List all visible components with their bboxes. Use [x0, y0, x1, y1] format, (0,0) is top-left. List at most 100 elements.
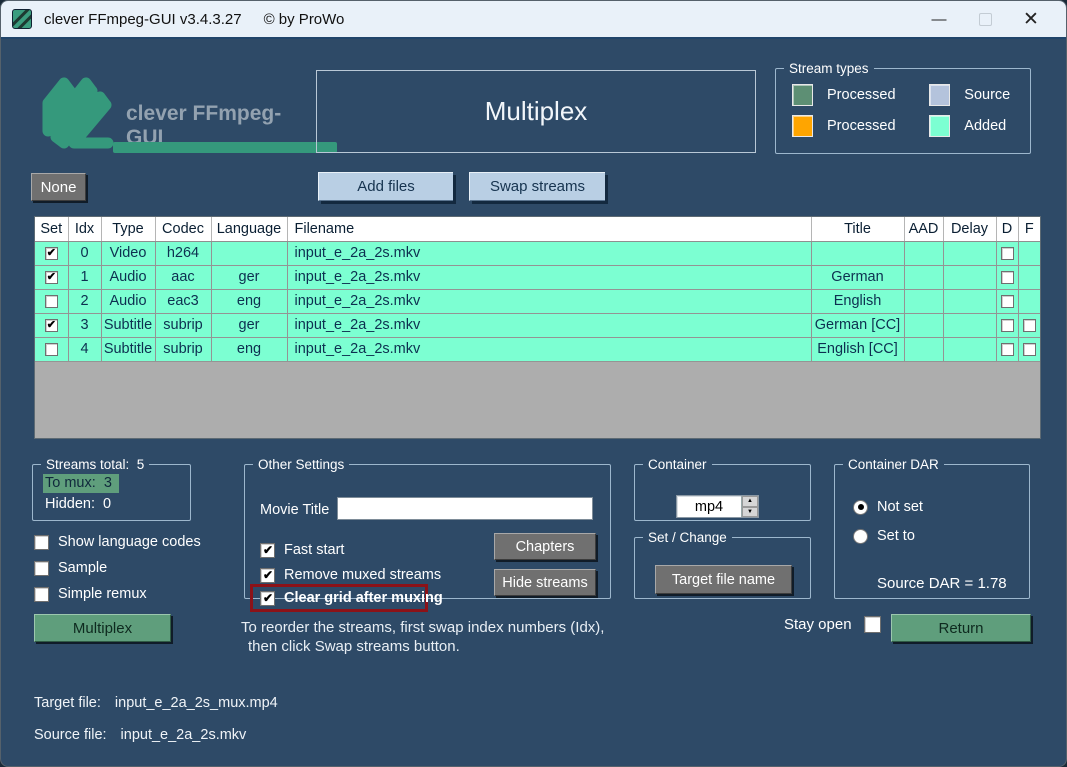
default-checkbox[interactable] — [1000, 246, 1014, 260]
idx-cell: 0 — [68, 241, 102, 266]
clear-grid-label: Clear grid after muxing — [284, 590, 443, 606]
set-checkbox[interactable] — [44, 246, 58, 260]
maximize-button[interactable] — [962, 1, 1008, 38]
multiplex-button[interactable]: Multiplex — [34, 614, 171, 642]
column-header[interactable]: Idx — [68, 217, 102, 242]
app-logo: clever FFmpeg-GUI — [34, 69, 337, 157]
table-row[interactable]: 2 Audio eac3 eng input_e_2a_2s.mkv English — [35, 289, 1040, 314]
return-button[interactable]: Return — [891, 614, 1031, 642]
set-to-option: Set to — [853, 528, 915, 544]
stream-types-title: Stream types — [789, 61, 869, 76]
container-value[interactable]: mp4 — [677, 496, 741, 517]
fast-start-checkbox[interactable] — [260, 542, 275, 558]
movie-title-label: Movie Title — [260, 502, 330, 518]
codec-cell: eac3 — [155, 289, 212, 314]
logo-zigzag-icon — [42, 77, 114, 149]
show-language-codes-checkbox[interactable] — [34, 534, 49, 550]
container-spin-up-icon[interactable]: ▲ — [742, 496, 758, 507]
other-settings-title: Other Settings — [258, 457, 345, 472]
source-file-label: Source file: — [34, 727, 107, 743]
remove-muxed-streams-checkbox[interactable] — [260, 567, 275, 583]
movie-title-input[interactable] — [337, 497, 593, 520]
column-header[interactable]: D — [996, 217, 1019, 242]
title-bar: clever FFmpeg-GUI v3.4.3.27 © by ProWo —… — [1, 1, 1066, 39]
column-header[interactable]: Language — [211, 217, 288, 242]
target-file-value: input_e_2a_2s_mux.mp4 — [114, 695, 278, 711]
clear-grid-checkbox[interactable] — [260, 590, 275, 606]
container-spinner: mp4 ▲ ▼ — [676, 495, 759, 518]
codec-cell: aac — [155, 265, 212, 290]
column-header[interactable]: Filename — [287, 217, 812, 242]
type-cell: Subtitle — [101, 313, 156, 338]
sample-option: Sample — [34, 560, 107, 576]
not-set-label: Not set — [877, 499, 923, 515]
page-title: Multiplex — [484, 96, 588, 126]
target-file-name-button[interactable]: Target file name — [655, 565, 792, 594]
minimize-button[interactable]: — — [916, 1, 962, 38]
default-checkbox[interactable] — [1000, 318, 1014, 332]
default-checkbox[interactable] — [1000, 270, 1014, 284]
container-spin-down-icon[interactable]: ▼ — [742, 506, 758, 517]
title-cell: English — [811, 289, 905, 314]
reorder-hint: To reorder the streams, first swap index… — [241, 619, 605, 655]
column-header[interactable]: Delay — [943, 217, 997, 242]
forced-checkbox[interactable] — [1022, 318, 1036, 332]
set-to-radio[interactable] — [853, 528, 868, 544]
none-button[interactable]: None — [31, 173, 86, 201]
column-header[interactable]: Title — [811, 217, 905, 242]
idx-cell: 3 — [68, 313, 102, 338]
set-checkbox[interactable] — [44, 318, 58, 332]
delay-cell — [943, 265, 997, 290]
forced-checkbox[interactable] — [1022, 342, 1036, 356]
container-group: Container mp4 ▲ ▼ — [634, 457, 811, 521]
title-cell: English [CC] — [811, 337, 905, 362]
fast-start-option: Fast start — [260, 542, 344, 558]
stay-open-checkbox[interactable] — [863, 616, 881, 633]
simple-remux-checkbox[interactable] — [34, 586, 49, 602]
clear-grid-option: Clear grid after muxing — [260, 590, 443, 606]
hide-streams-button[interactable]: Hide streams — [494, 569, 596, 596]
not-set-radio[interactable] — [853, 499, 868, 515]
table-row[interactable]: 4 Subtitle subrip eng input_e_2a_2s.mkv Engli… — [35, 337, 1040, 362]
aad-cell — [904, 337, 944, 362]
type-cell: Audio — [101, 289, 156, 314]
default-checkbox[interactable] — [1000, 342, 1014, 356]
chapters-button[interactable]: Chapters — [494, 533, 596, 560]
title-cell: German [CC] — [811, 313, 905, 338]
set-checkbox[interactable] — [44, 342, 58, 356]
to-mux-badge: To mux: 3 — [43, 474, 119, 493]
stay-open-option: Stay open — [784, 616, 881, 633]
add-files-button[interactable]: Add files — [318, 172, 453, 201]
show-language-codes-option: Show language codes — [34, 534, 201, 550]
column-header[interactable]: F — [1018, 217, 1040, 242]
codec-cell: h264 — [155, 241, 212, 266]
set-checkbox[interactable] — [44, 294, 58, 308]
sample-checkbox[interactable] — [34, 560, 49, 576]
container-dar-group: Container DAR Not set Set to Source DAR … — [834, 457, 1030, 599]
source-dar-text: Source DAR = 1.78 — [877, 575, 1007, 592]
to-mux-value: 3 — [103, 475, 112, 491]
language-cell: eng — [211, 337, 288, 362]
column-header[interactable]: AAD — [904, 217, 944, 242]
language-cell: eng — [211, 289, 288, 314]
page-header: Multiplex — [316, 70, 756, 153]
stream-type-label: Added — [964, 118, 1007, 134]
swap-streams-button[interactable]: Swap streams — [469, 172, 605, 201]
set-change-group: Set / Change Target file name — [634, 530, 811, 599]
logo-underline — [113, 142, 337, 153]
idx-cell: 4 — [68, 337, 102, 362]
close-button[interactable]: ✕ — [1008, 1, 1054, 38]
table-row[interactable]: 0Videoh264 input_e_2a_2s.mkv — [35, 241, 1040, 266]
sample-label: Sample — [58, 560, 108, 576]
set-checkbox[interactable] — [44, 270, 58, 284]
other-settings-group: Other Settings Movie Title Fast start Re… — [244, 457, 611, 612]
default-checkbox[interactable] — [1000, 294, 1014, 308]
streams-grid: Set Idx Type Codec Language Filename Title AAD D… — [34, 216, 1041, 439]
column-header[interactable]: Type — [101, 217, 156, 242]
app-logo-icon — [12, 9, 32, 29]
table-row[interactable]: 1Audioaacgerinput_e_2a_2s.mkvGerman — [35, 265, 1040, 290]
column-header[interactable]: Codec — [155, 217, 212, 242]
column-header[interactable]: Set — [35, 217, 69, 242]
show-language-codes-label: Show language codes — [58, 534, 201, 550]
table-row[interactable]: 3Subtitlesubripgerinput_e_2a_2s.mkvGerma… — [35, 313, 1040, 338]
